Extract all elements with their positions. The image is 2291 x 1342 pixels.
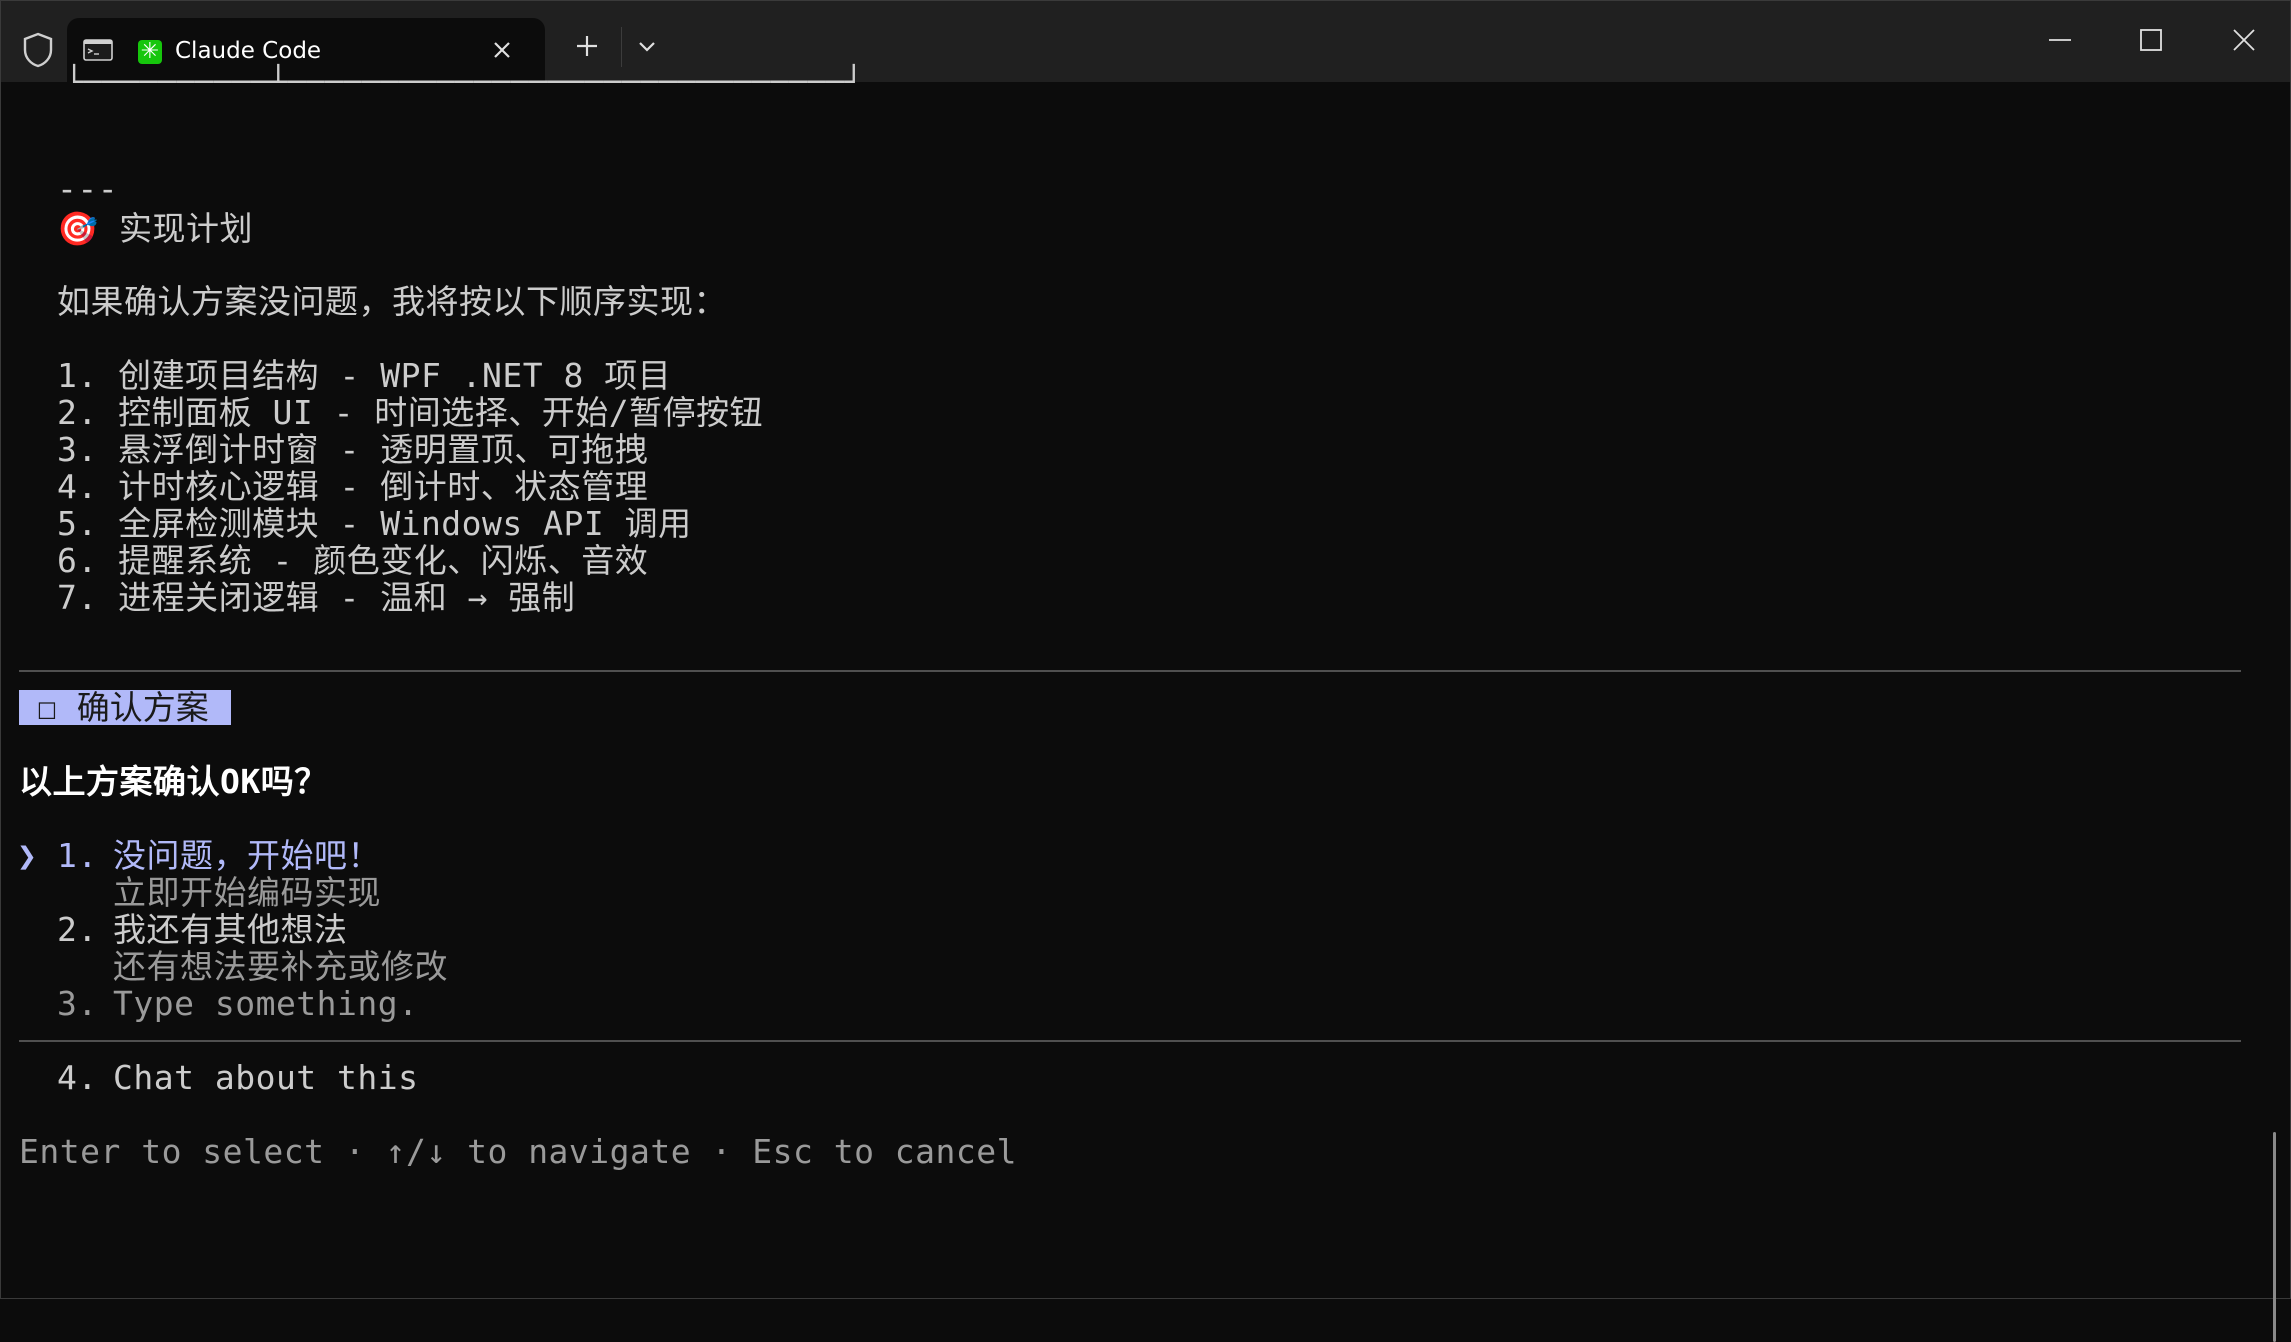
option-2-description: 还有想法要补充或修改 (113, 947, 448, 986)
titlebar-divider (621, 27, 622, 67)
close-icon[interactable] (487, 35, 517, 65)
selection-cursor: ❯ (17, 836, 38, 875)
terminal-window: ✳ Claude Code └──────────┴──────────────… (0, 0, 2291, 1342)
divider (19, 670, 2241, 672)
scrollbar[interactable] (2273, 1132, 2276, 1342)
divider (19, 1040, 2241, 1042)
option-1-description: 立即开始编码实现 (113, 873, 381, 912)
plan-step: 3. 悬浮倒计时窗 - 透明置顶、可拖拽 (57, 430, 649, 469)
option-2-number[interactable]: 2. (57, 911, 98, 948)
plan-step: 4. 计时核心逻辑 - 倒计时、状态管理 (57, 467, 649, 506)
chevron-down-icon[interactable] (632, 31, 662, 61)
plus-icon[interactable] (572, 31, 602, 61)
plan-heading: 🎯 实现计划 (57, 209, 253, 248)
option-4-number[interactable]: 4. (57, 1059, 98, 1096)
minimize-icon[interactable] (2043, 23, 2077, 57)
terminal-content[interactable]: └──────────┴────────────────────────────… (1, 65, 2290, 1342)
plan-step: 7. 进程关闭逻辑 - 温和 → 强制 (57, 578, 576, 617)
option-2-label[interactable]: 我还有其他想法 (113, 911, 348, 948)
window-close-icon[interactable] (2227, 23, 2261, 57)
claude-app-icon: ✳ (138, 40, 162, 64)
plan-step: 2. 控制面板 UI - 时间选择、开始/暂停按钮 (57, 393, 764, 432)
plan-step: 5. 全屏检测模块 - Windows API 调用 (57, 504, 692, 543)
table-border-fragment: └──────────┴────────────────────────────… (65, 65, 864, 100)
tab-title: Claude Code (175, 38, 322, 64)
confirm-plan-badge: ☐ 确认方案 (19, 690, 231, 725)
prompt-question: 以上方案确认OK吗？ (19, 762, 328, 801)
markdown-separator: --- (57, 169, 119, 208)
plan-step: 1. 创建项目结构 - WPF .NET 8 项目 (57, 356, 672, 395)
keyboard-hint: Enter to select · ↑/↓ to navigate · Esc … (19, 1132, 1018, 1171)
option-3-label[interactable]: Type something. (113, 985, 419, 1022)
maximize-icon[interactable] (2134, 23, 2168, 57)
option-4-label[interactable]: Chat about this (113, 1059, 419, 1096)
plan-intro: 如果确认方案没问题，我将按以下顺序实现： (57, 282, 727, 321)
option-3-number[interactable]: 3. (57, 985, 98, 1022)
option-1-label[interactable]: 没问题，开始吧！ (113, 837, 381, 874)
option-1-number[interactable]: 1. (57, 837, 98, 874)
terminal-icon (83, 39, 113, 61)
shield-icon[interactable] (21, 31, 55, 69)
plan-step: 6. 提醒系统 - 颜色变化、闪烁、音效 (57, 541, 649, 580)
